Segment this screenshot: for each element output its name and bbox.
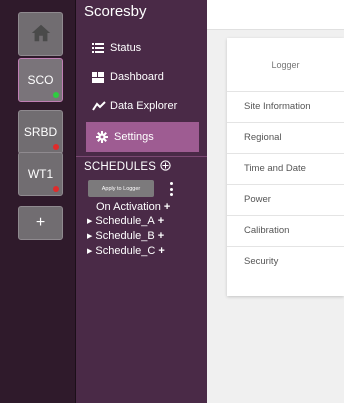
dashboard-icon <box>92 71 110 83</box>
caret-right-icon: ▶ <box>87 233 93 240</box>
more-options-icon[interactable] <box>169 182 173 196</box>
settings-item-power[interactable]: Power <box>227 184 344 214</box>
nav-item-settings[interactable]: Settings <box>86 122 199 152</box>
nav-item-dashboard[interactable]: Dashboard <box>92 62 203 92</box>
plus-icon[interactable]: + <box>158 215 164 227</box>
card-header-label: Logger <box>271 59 300 70</box>
logger-label: WT1 <box>27 167 54 181</box>
schedule-label: Schedule_B <box>95 230 155 242</box>
logger-button-wt1[interactable]: WT1 <box>18 152 63 196</box>
nav-item-status[interactable]: Status <box>92 33 203 63</box>
schedule-label: Schedule_C <box>95 245 156 257</box>
settings-item-site-information[interactable]: Site Information <box>227 91 344 121</box>
top-bar <box>207 0 344 30</box>
status-dot <box>53 144 59 150</box>
divider <box>76 156 207 157</box>
logger-label: SCO <box>27 73 54 87</box>
settings-item-time-and-date[interactable]: Time and Date <box>227 153 344 183</box>
card-header: Logger <box>227 38 344 91</box>
settings-card: Logger Site Information Regional Time an… <box>227 38 344 296</box>
nav-label: Data Explorer <box>110 100 178 112</box>
gear-icon <box>96 131 114 143</box>
chart-line-icon <box>92 101 110 111</box>
caret-right-icon: ▶ <box>87 248 93 255</box>
sidebar: Scoresby Status Dashboard Data Explorer … <box>76 0 207 403</box>
schedule-label: Schedule_A <box>95 215 155 227</box>
logger-button-srbd[interactable]: SRBD <box>18 110 63 154</box>
home-icon <box>30 22 52 47</box>
settings-item-calibration[interactable]: Calibration <box>227 215 344 245</box>
apply-to-logger-button[interactable]: Apply to Logger <box>88 180 154 197</box>
caret-right-icon: ▶ <box>87 218 93 225</box>
schedules-heading-label: SCHEDULES <box>84 161 157 173</box>
nav-label: Dashboard <box>110 71 164 83</box>
settings-item-regional[interactable]: Regional <box>227 122 344 152</box>
status-dot <box>53 92 59 98</box>
schedule-item[interactable]: ▶ Schedule_C + <box>87 245 165 257</box>
logger-rail: SCO SRBD WT1 + <box>0 0 76 403</box>
schedule-item[interactable]: ▶ Schedule_B + <box>87 230 164 242</box>
on-activation-item[interactable]: On Activation + <box>96 201 170 213</box>
site-title: Scoresby <box>84 3 147 20</box>
logger-button-sco[interactable]: SCO <box>18 58 63 102</box>
status-dot <box>53 186 59 192</box>
list-icon <box>92 43 110 53</box>
plus-icon[interactable]: + <box>158 230 164 242</box>
nav-label: Settings <box>114 131 154 143</box>
nav-item-data-explorer[interactable]: Data Explorer <box>92 91 203 121</box>
plus-icon[interactable]: + <box>158 245 164 257</box>
plus-icon: + <box>35 214 46 231</box>
nav-label: Status <box>110 42 142 54</box>
settings-item-security[interactable]: Security <box>227 246 344 276</box>
home-button[interactable] <box>18 12 63 56</box>
schedule-item[interactable]: ▶ Schedule_A + <box>87 215 164 227</box>
add-logger-button[interactable]: + <box>18 206 63 240</box>
add-schedule-icon[interactable] <box>160 160 171 174</box>
plus-icon[interactable]: + <box>164 201 170 213</box>
on-activation-label: On Activation <box>96 201 161 213</box>
logger-label: SRBD <box>23 125 58 139</box>
schedules-heading: SCHEDULES <box>84 160 171 174</box>
